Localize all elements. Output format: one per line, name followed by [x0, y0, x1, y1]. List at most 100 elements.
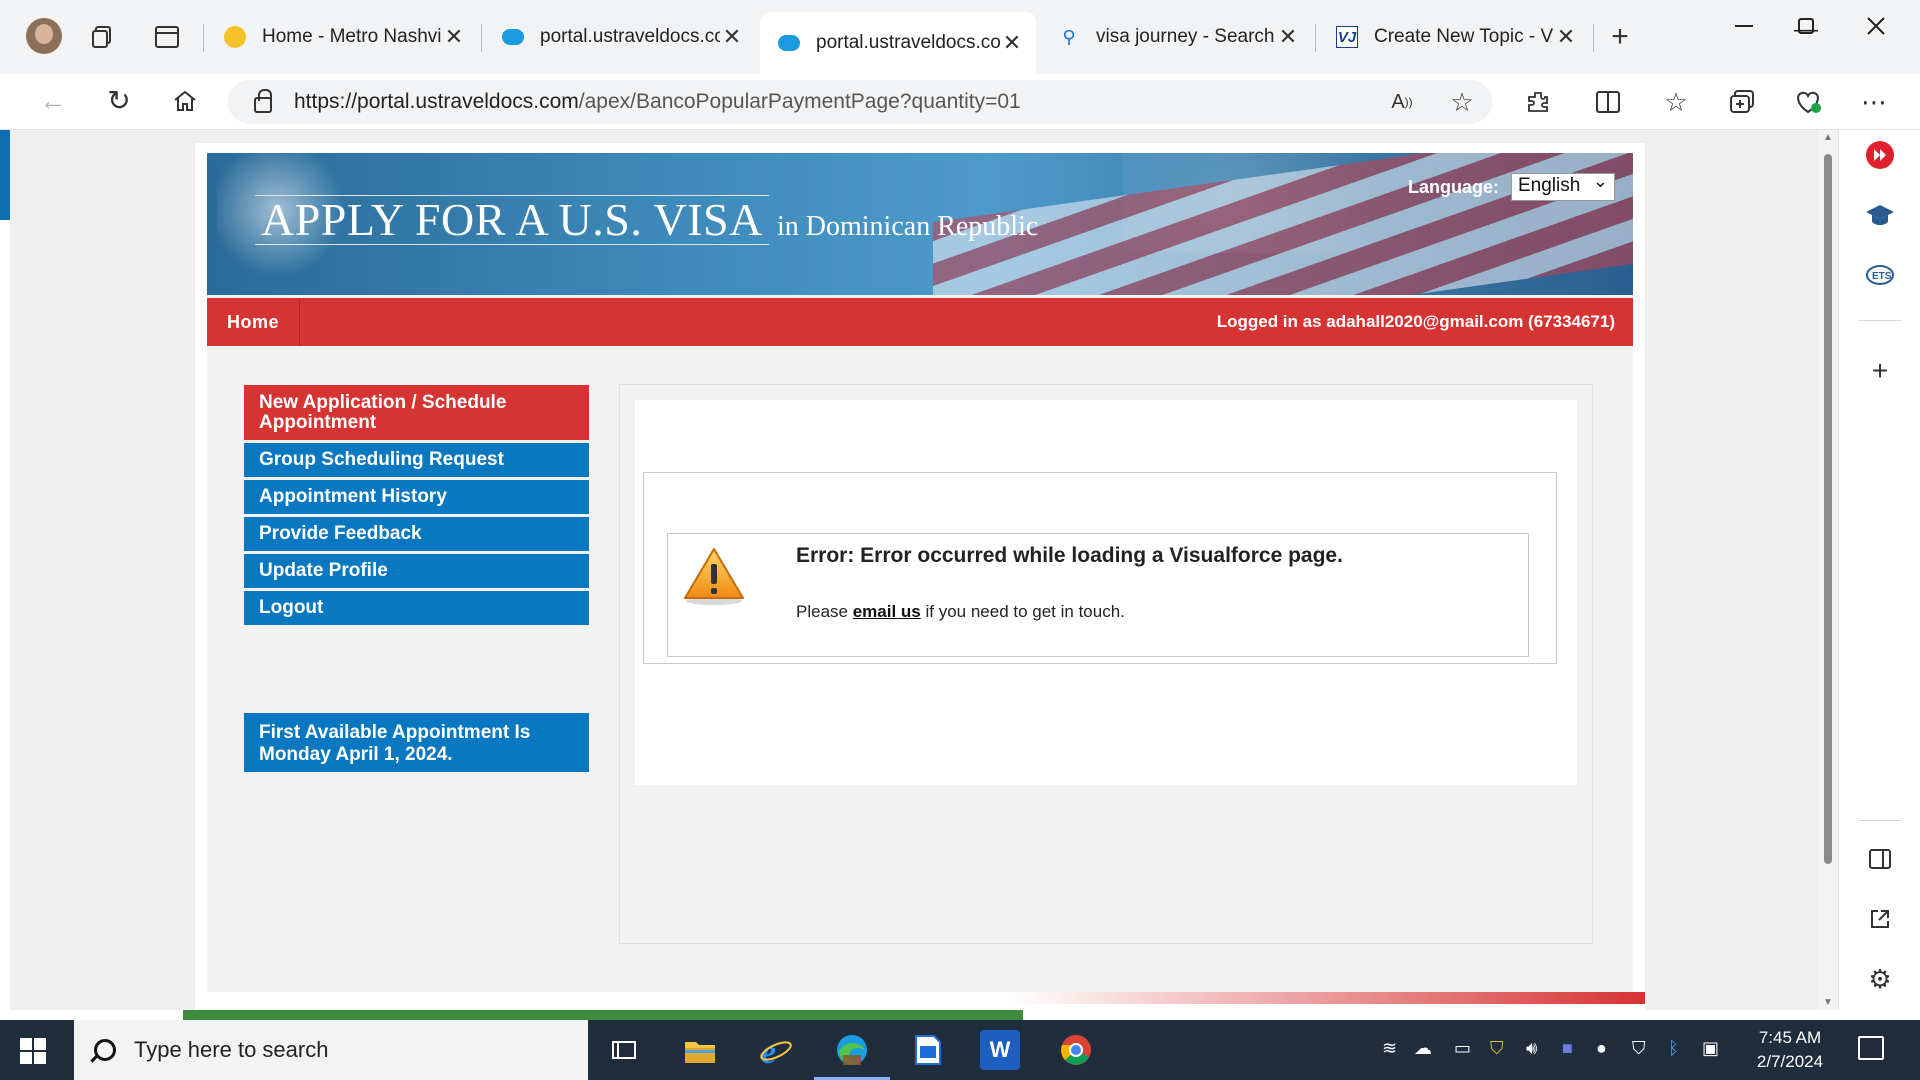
page-inner: APPLY FOR A U.S. VISA in Dominican Repub…: [207, 153, 1633, 1003]
scroll-up-icon[interactable]: ▲: [1822, 132, 1834, 143]
browser-essentials-icon[interactable]: [1792, 86, 1824, 118]
address-bar[interactable]: https://portal.ustraveldocs.com/apex/Ban…: [228, 80, 1492, 124]
file-explorer-icon[interactable]: [680, 1030, 720, 1070]
tab-visa-journey-search[interactable]: ⚲ visa journey - Search ✕: [1040, 12, 1312, 62]
workspaces-icon[interactable]: [88, 22, 118, 52]
collections-icon[interactable]: [1727, 86, 1759, 118]
split-screen-icon[interactable]: [1592, 86, 1624, 118]
clock-time: 7:45 AM: [1758, 1028, 1822, 1047]
email-us-link[interactable]: email us: [853, 602, 921, 621]
close-icon[interactable]: ✕: [1554, 24, 1578, 50]
windows-start-icon[interactable]: [20, 1038, 46, 1064]
bluetooth-icon[interactable]: ᛒ: [1668, 1038, 1679, 1059]
error-title: Error: Error occurred while loading a Vi…: [796, 544, 1343, 567]
vertical-scrollbar[interactable]: ▲ ▼: [1818, 130, 1838, 1010]
tab-title: portal.ustraveldocs.com: [540, 26, 720, 47]
defender-icon[interactable]: ⛉: [1632, 1038, 1646, 1059]
favorites-icon[interactable]: ☆: [1660, 86, 1692, 118]
close-icon[interactable]: ✕: [720, 24, 744, 50]
tab-title: visa journey - Search: [1096, 26, 1275, 47]
profile-avatar[interactable]: [26, 18, 62, 54]
graduation-cap-icon[interactable]: [1863, 198, 1897, 232]
window-close-icon[interactable]: [1846, 6, 1906, 46]
tab-ustraveldocs-active[interactable]: portal.ustraveldocs.com ✕: [760, 12, 1036, 74]
settings-gear-icon[interactable]: ⚙: [1863, 962, 1897, 996]
display-icon[interactable]: ▣: [1702, 1038, 1719, 1059]
home-icon[interactable]: [170, 86, 200, 116]
close-icon[interactable]: ✕: [1276, 24, 1300, 50]
minimize-icon[interactable]: [1714, 6, 1774, 46]
close-icon[interactable]: ✕: [442, 24, 466, 50]
scroll-down-icon[interactable]: ▼: [1822, 997, 1834, 1008]
task-view-icon[interactable]: [604, 1030, 644, 1070]
extensions-icon[interactable]: [1522, 86, 1554, 118]
menu-new-application[interactable]: New Application / Schedule Appointment: [244, 385, 589, 440]
tab-metro-nashville[interactable]: Home - Metro Nashvill ✕: [206, 12, 478, 62]
internet-explorer-icon[interactable]: e: [756, 1030, 796, 1070]
battery-icon[interactable]: ▭: [1454, 1038, 1471, 1059]
first-appointment-notice: First Available Appointment Is Monday Ap…: [244, 713, 589, 772]
error-container: Error: Error occurred while loading a Vi…: [643, 472, 1557, 664]
search-placeholder: Type here to search: [134, 1037, 329, 1062]
photo-viewer-icon[interactable]: [908, 1030, 948, 1070]
language-value: English: [1518, 175, 1581, 196]
content-panel: Error: Error occurred while loading a Vi…: [619, 384, 1593, 944]
close-icon[interactable]: ✕: [1000, 30, 1024, 56]
taskbar-search-box[interactable]: Type here to search: [74, 1020, 588, 1080]
tab-title: Create New Topic - Vis: [1374, 26, 1554, 47]
chrome-icon[interactable]: [1056, 1030, 1096, 1070]
onedrive-icon[interactable]: ☁: [1414, 1038, 1432, 1059]
globe-icon[interactable]: ●: [1596, 1038, 1607, 1059]
lock-icon[interactable]: [254, 89, 272, 113]
new-tab-icon[interactable]: +: [1603, 20, 1637, 54]
nav-home-link[interactable]: Home: [207, 298, 300, 346]
media-player-icon[interactable]: [1863, 138, 1897, 172]
menu-provide-feedback[interactable]: Provide Feedback: [244, 517, 589, 551]
hide-sidebar-icon[interactable]: [1863, 842, 1897, 876]
vertical-tabs-icon[interactable]: [152, 22, 182, 52]
address-toolbar: ← ↻ https://portal.ustraveldocs.com/apex…: [0, 74, 1920, 130]
volume-icon[interactable]: 🔊︎: [1526, 1038, 1537, 1059]
security-shield-icon[interactable]: ⛉: [1490, 1038, 1504, 1059]
maximize-icon[interactable]: [1776, 6, 1836, 46]
banner-title: APPLY FOR A U.S. VISA: [255, 195, 769, 245]
header-banner: APPLY FOR A U.S. VISA in Dominican Repub…: [207, 153, 1633, 295]
menu-group-scheduling[interactable]: Group Scheduling Request: [244, 443, 589, 477]
svg-text:ETS: ETS: [1872, 271, 1892, 282]
url-text[interactable]: https://portal.ustraveldocs.com/apex/Ban…: [294, 90, 1372, 114]
vj-logo-icon: VJ: [1336, 26, 1358, 48]
sidebar-divider: [1859, 320, 1901, 321]
scroll-thumb[interactable]: [1824, 154, 1832, 864]
footer-red-accent: [1010, 992, 1645, 1004]
error-msg-suffix: if you need to get in touch.: [920, 602, 1125, 621]
menu-logout[interactable]: Logout: [244, 591, 589, 625]
page-viewport: APPLY FOR A U.S. VISA in Dominican Repub…: [10, 130, 1818, 1010]
content-body: Error: Error occurred while loading a Vi…: [635, 400, 1577, 785]
network-icon[interactable]: ≋: [1382, 1038, 1397, 1059]
menu-update-profile[interactable]: Update Profile: [244, 554, 589, 588]
external-link-icon[interactable]: [1863, 902, 1897, 936]
teams-icon[interactable]: ■: [1562, 1038, 1573, 1059]
error-msg-prefix: Please: [796, 602, 853, 621]
logged-in-user: Logged in as adahall2020@gmail.com (6733…: [1216, 312, 1615, 331]
refresh-icon[interactable]: ↻: [104, 86, 134, 116]
metro-logo-icon: [224, 26, 246, 48]
more-menu-icon[interactable]: ⋯: [1858, 86, 1890, 118]
browser-sidebar: ETS + ⚙: [1838, 130, 1920, 1010]
error-box: Error: Error occurred while loading a Vi…: [667, 533, 1529, 657]
tab-create-new-topic[interactable]: VJ Create New Topic - Vis ✕: [1318, 12, 1590, 62]
ets-icon[interactable]: ETS: [1863, 258, 1897, 292]
back-icon[interactable]: ←: [38, 86, 68, 116]
read-aloud-icon[interactable]: A)): [1372, 92, 1432, 112]
menu-appointment-history[interactable]: Appointment History: [244, 480, 589, 514]
edge-browser-icon[interactable]: [814, 1030, 890, 1080]
notification-center-icon[interactable]: [1858, 1036, 1884, 1060]
tab-ustraveldocs-1[interactable]: portal.ustraveldocs.com ✕: [484, 12, 756, 62]
word-icon[interactable]: W: [980, 1030, 1020, 1070]
add-icon[interactable]: +: [1863, 354, 1897, 388]
favorite-star-icon[interactable]: ☆: [1432, 89, 1492, 115]
system-clock[interactable]: 7:45 AM 2/7/2024: [1740, 1026, 1840, 1074]
language-select[interactable]: English: [1511, 171, 1615, 201]
tab-title: Home - Metro Nashvill: [262, 26, 442, 47]
visa-portal-page: APPLY FOR A U.S. VISA in Dominican Repub…: [195, 143, 1645, 1010]
